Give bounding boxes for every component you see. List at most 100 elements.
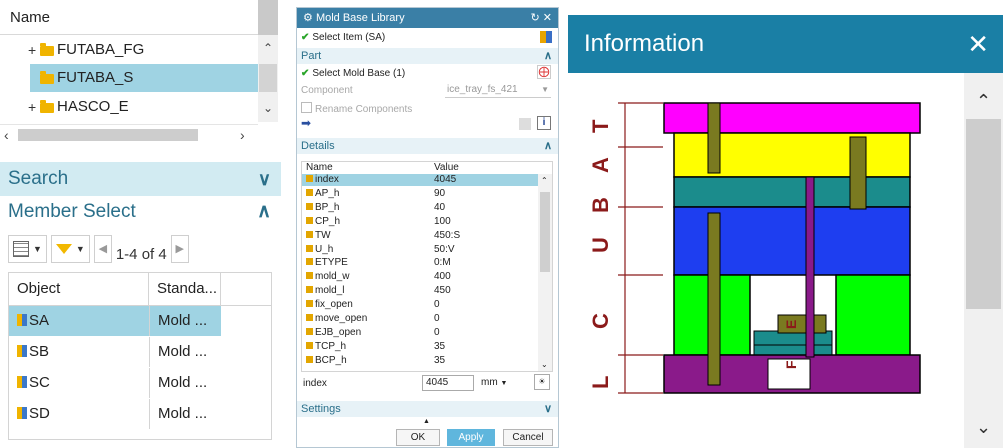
next-page-button[interactable]: ▶	[170, 235, 189, 263]
tree-column-header[interactable]: Name	[0, 0, 258, 35]
details-row-name: TW	[306, 230, 331, 242]
tree-item-hasco-e[interactable]: + HASCO_E	[28, 93, 129, 121]
library-icon[interactable]	[540, 31, 552, 43]
more-options-icon[interactable]: ▲	[423, 418, 430, 425]
dialog-title-bar[interactable]: ⚙ Mold Base Library ↻ ✕	[297, 8, 558, 28]
details-row[interactable]: EJB_open 0	[302, 327, 538, 339]
column-header-value[interactable]: Value	[434, 162, 459, 173]
details-row-value: 100	[434, 215, 451, 227]
details-row[interactable]: mold_l 450	[302, 285, 538, 297]
part-section-header[interactable]: Part ∧	[297, 48, 558, 64]
tree-horizontal-scrollbar[interactable]: ‹ ›	[0, 124, 258, 145]
screw-top-left	[707, 102, 721, 174]
details-scrollbar[interactable]: ⌃ ⌄	[538, 174, 552, 371]
close-icon[interactable]: ✕	[543, 12, 552, 24]
unit-select[interactable]: mm ▼	[481, 377, 507, 388]
info-icon[interactable]: i	[537, 116, 551, 130]
details-row[interactable]: AP_h 90	[302, 188, 538, 200]
details-row[interactable]: TW 450:S	[302, 230, 538, 242]
scroll-up-icon[interactable]: ⌃	[263, 41, 273, 55]
crosshair-icon[interactable]: ⨁	[537, 65, 551, 79]
spacer-block-right	[835, 274, 911, 356]
details-row[interactable]: mold_w 400	[302, 271, 538, 283]
details-row[interactable]: move_open 0	[302, 313, 538, 325]
reset-icon[interactable]: ↻	[531, 12, 540, 24]
details-row-name: ETYPE	[306, 257, 348, 269]
chevron-down-icon[interactable]: ⌄	[976, 417, 991, 438]
chevron-up-icon[interactable]: ⌃	[976, 91, 991, 112]
scroll-down-icon[interactable]: ⌄	[263, 101, 273, 115]
view-mode-button[interactable]: ▼	[8, 235, 47, 263]
index-input[interactable]: 4045	[422, 375, 474, 391]
scroll-right-icon[interactable]: ›	[240, 127, 245, 143]
column-header-object[interactable]: Object	[9, 273, 149, 305]
apply-info-icon[interactable]: ➡	[301, 116, 315, 130]
details-row-name: mold_l	[306, 285, 344, 297]
scroll-up-icon[interactable]: ⌃	[541, 176, 548, 185]
information-scrollbar[interactable]: ⌃ ⌄	[964, 73, 1003, 448]
table-row[interactable]: SA Mold ...	[9, 306, 271, 336]
rename-components-row[interactable]: Rename Components	[301, 102, 412, 115]
search-section-header[interactable]: Search ∨	[0, 162, 281, 196]
chevron-down-icon[interactable]: ∨	[544, 401, 552, 417]
details-section-header[interactable]: Details ∧	[297, 138, 558, 154]
details-row[interactable]: TCP_h 35	[302, 341, 538, 353]
details-row-name: AP_h	[306, 188, 339, 200]
table-row[interactable]: SB Mold ...	[9, 337, 271, 367]
member-select-label: Member Select	[8, 201, 136, 222]
member-table: Object Standa... SA Mold ... SB Mold ...…	[8, 272, 272, 440]
scroll-thumb[interactable]	[540, 192, 550, 272]
apply-value-button[interactable]: ☀	[534, 374, 550, 390]
scroll-thumb[interactable]	[966, 119, 1001, 309]
settings-section-header[interactable]: Settings ∨	[297, 401, 558, 417]
details-row[interactable]: CP_h 100	[302, 216, 538, 228]
chevron-up-icon[interactable]: ∧	[544, 48, 552, 64]
parameter-icon	[306, 230, 313, 238]
expand-icon[interactable]: +	[28, 93, 40, 121]
information-title-bar[interactable]: Information ✕	[568, 15, 1003, 73]
member-select-header[interactable]: Member Select ∧	[0, 196, 281, 228]
select-mold-base-row[interactable]: ✔ Select Mold Base (1)	[301, 68, 405, 79]
details-row[interactable]: index 4045	[302, 174, 538, 186]
details-row-label: fix_open	[315, 299, 353, 311]
chevron-down-icon[interactable]: ∨	[258, 162, 271, 196]
parameter-icon	[306, 314, 313, 321]
scroll-thumb[interactable]	[18, 129, 198, 141]
cancel-button[interactable]: Cancel	[503, 429, 553, 446]
dim-label-t: T	[588, 119, 613, 133]
apply-button[interactable]: Apply	[447, 429, 495, 446]
details-row[interactable]: BP_h 40	[302, 202, 538, 214]
scroll-thumb[interactable]	[259, 64, 277, 92]
table-row[interactable]: SC Mold ...	[9, 368, 271, 398]
chevron-up-icon[interactable]: ∧	[257, 196, 271, 228]
scroll-down-icon[interactable]: ⌄	[541, 360, 548, 369]
parameter-icon	[306, 202, 313, 210]
details-row[interactable]: U_h 50:V	[302, 244, 538, 256]
table-row[interactable]: SD Mold ...	[9, 399, 271, 429]
scroll-left-icon[interactable]: ‹	[4, 127, 9, 143]
component-select[interactable]: ice_tray_fs_421 ▼	[445, 82, 551, 98]
details-row-name: mold_w	[306, 271, 349, 283]
details-row[interactable]: ETYPE 0:M	[302, 257, 538, 269]
details-row[interactable]: fix_open 0	[302, 299, 538, 311]
column-header-name[interactable]: Name	[306, 162, 333, 173]
parameter-icon	[306, 341, 313, 349]
ok-button[interactable]: OK	[396, 429, 440, 446]
expand-icon[interactable]: +	[28, 36, 40, 64]
parameter-icon	[306, 216, 313, 224]
tree-vertical-scrollbar[interactable]: ⌃ ⌄	[258, 35, 278, 122]
column-header-standard[interactable]: Standa...	[149, 273, 221, 305]
message-icon[interactable]	[519, 118, 531, 130]
tree-item-futaba-fg[interactable]: + FUTABA_FG	[28, 36, 144, 64]
details-row[interactable]: BCP_h 35	[302, 355, 538, 367]
pager-count: 1-4 of 4	[115, 245, 167, 263]
select-item-row[interactable]: ✔ Select Item (SA)	[301, 32, 385, 43]
unit-value: mm	[481, 377, 498, 388]
tree-item-futaba-s[interactable]: FUTABA_S	[28, 64, 133, 92]
rename-components-label: Rename Components	[315, 104, 413, 115]
rename-checkbox[interactable]	[301, 102, 312, 113]
filter-button[interactable]: ▼	[50, 235, 90, 263]
previous-page-button[interactable]: ◀	[93, 235, 112, 263]
close-icon[interactable]: ✕	[967, 15, 989, 73]
chevron-up-icon[interactable]: ∧	[544, 138, 552, 154]
